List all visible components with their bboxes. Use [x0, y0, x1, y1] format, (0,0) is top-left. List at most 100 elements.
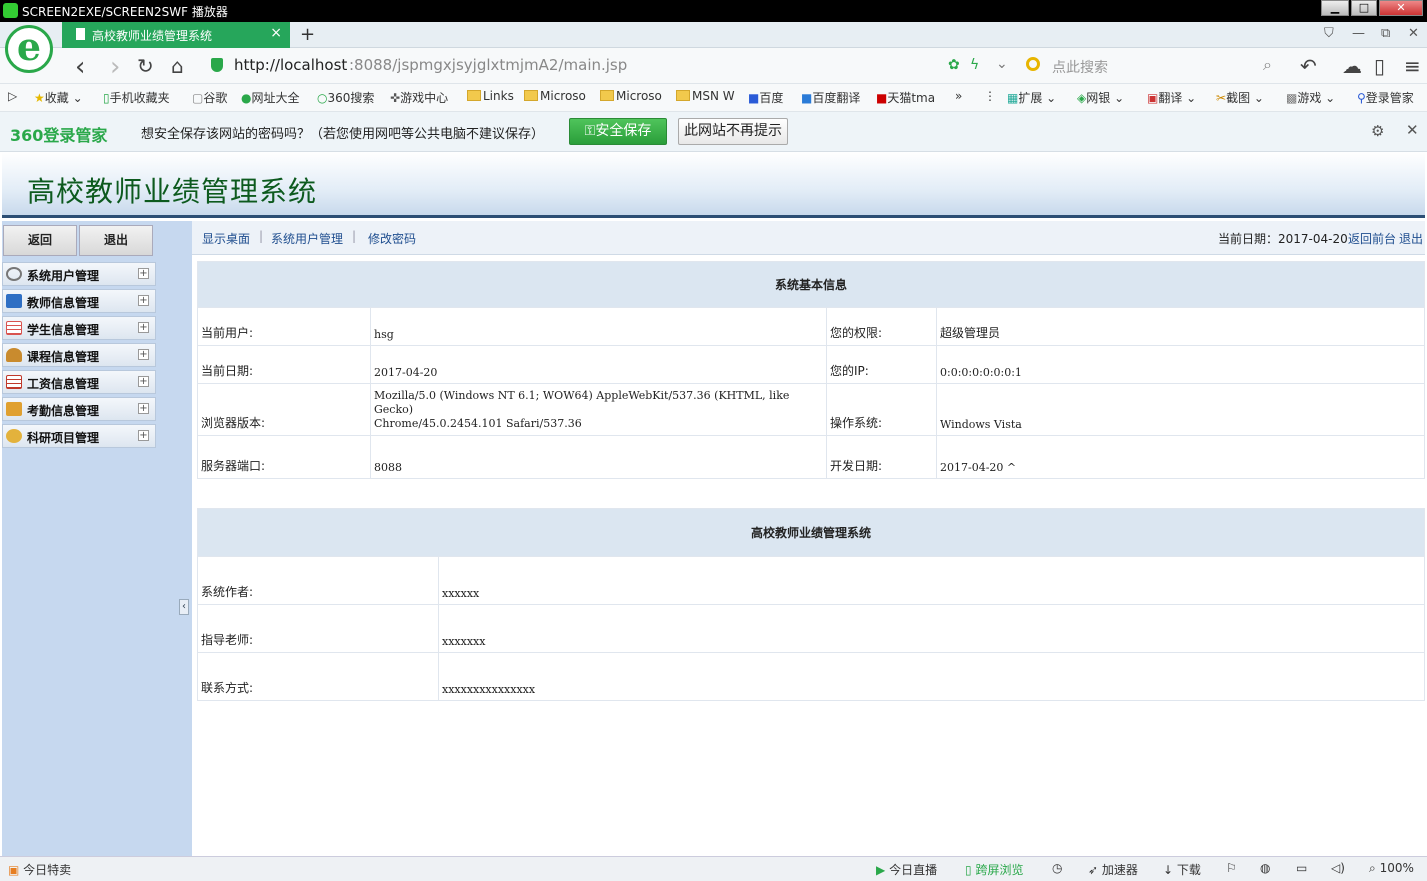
- status-download[interactable]: ↓ 下载: [1163, 861, 1201, 878]
- label-current-user: 当前用户:: [197, 307, 371, 346]
- link-show-desktop[interactable]: 显示桌面: [202, 230, 250, 247]
- value-server-port: 8088: [370, 435, 827, 479]
- volume-icon[interactable]: ◁): [1331, 861, 1345, 875]
- vertical-dots-icon[interactable]: ⋮: [984, 89, 996, 103]
- expand-icon[interactable]: +: [138, 403, 149, 414]
- gear-icon[interactable]: ⚙: [1371, 122, 1384, 140]
- window-minimize-button[interactable]: ▁: [1321, 0, 1349, 16]
- bookmark-baidu-translate[interactable]: ■百度翻译: [801, 89, 860, 106]
- search-icon[interactable]: ⌕: [1263, 55, 1272, 75]
- expand-icon[interactable]: +: [138, 322, 149, 333]
- ext-extend[interactable]: ▦扩展 ⌄: [1007, 89, 1056, 106]
- ext-bank[interactable]: ◈网银 ⌄: [1077, 89, 1124, 106]
- link-system-users[interactable]: 系统用户管理: [271, 230, 343, 247]
- value-browser: Mozilla/5.0 (Windows NT 6.1; WOW64) Appl…: [370, 383, 827, 436]
- close-icon[interactable]: ✕: [1408, 26, 1419, 41]
- folder-icon: [467, 90, 481, 101]
- save-password-button[interactable]: ⚿安全保存: [569, 118, 667, 145]
- bookmark-hao[interactable]: ●网址大全: [241, 89, 300, 106]
- label-server-port: 服务器端口:: [197, 435, 371, 479]
- restore-icon[interactable]: ⧉: [1381, 26, 1390, 41]
- bookmark-label: Microso: [540, 89, 586, 103]
- ext-games[interactable]: ▩游戏 ⌄: [1286, 89, 1335, 106]
- search-box[interactable]: 点此搜索 ⌕: [1020, 53, 1285, 79]
- bookmark-microsoft-2[interactable]: Microso: [600, 89, 662, 103]
- back-button[interactable]: 返回: [3, 225, 77, 256]
- ext-login-manager[interactable]: ⚲登录管家: [1357, 89, 1414, 106]
- tab-close-icon[interactable]: ×: [270, 25, 282, 41]
- value-contact: xxxxxxxxxxxxxxx: [438, 652, 1425, 701]
- back-button[interactable]: ‹: [75, 52, 85, 82]
- table-row: 联系方式: xxxxxxxxxxxxxxx: [197, 652, 1425, 701]
- link-return-front[interactable]: 返回前台: [1348, 230, 1396, 247]
- cloud-icon[interactable]: ☁: [1342, 54, 1362, 78]
- history-icon[interactable]: ◷: [1052, 861, 1062, 875]
- sidebar-item-research[interactable]: 科研项目管理 +: [2, 424, 156, 448]
- undo-icon[interactable]: ↶: [1300, 54, 1317, 78]
- collapse-sidebar-button[interactable]: ‹: [179, 599, 189, 615]
- ext-screenshot[interactable]: ✂截图 ⌄: [1216, 89, 1264, 106]
- expand-icon[interactable]: +: [138, 268, 149, 279]
- bookmark-google[interactable]: ▢谷歌: [192, 89, 227, 106]
- flag-icon[interactable]: ⚐: [1226, 861, 1237, 875]
- bookmark-baidu[interactable]: ■百度: [748, 89, 783, 106]
- expand-icon[interactable]: +: [138, 349, 149, 360]
- window-maximize-button[interactable]: □: [1351, 0, 1377, 16]
- zoom-control[interactable]: ⌕ 100%: [1369, 861, 1414, 876]
- never-for-site-button[interactable]: 此网站不再提示: [678, 118, 788, 145]
- home-button[interactable]: ⌂: [171, 54, 184, 78]
- expand-icon[interactable]: +: [138, 430, 149, 441]
- app-title: 高校教师业绩管理系统: [27, 175, 318, 208]
- tab-main[interactable]: 高校教师业绩管理系统 ×: [62, 22, 290, 48]
- ie-icon[interactable]: ◍: [1260, 861, 1270, 875]
- expand-icon[interactable]: +: [138, 376, 149, 387]
- link-change-password[interactable]: 修改密码: [368, 230, 416, 247]
- menu-icon[interactable]: ≡: [1404, 54, 1421, 78]
- status-live[interactable]: ▶ 今日直播: [876, 861, 937, 878]
- status-accelerator[interactable]: ➶ 加速器: [1088, 861, 1138, 878]
- sidebar-item-courses[interactable]: 课程信息管理 +: [2, 343, 156, 367]
- expand-icon[interactable]: +: [138, 295, 149, 306]
- window-icon[interactable]: ▭: [1296, 861, 1307, 875]
- window-close-button[interactable]: ✕: [1379, 0, 1423, 16]
- dropdown-icon[interactable]: ⌄: [996, 56, 1008, 72]
- ext-label: 截图: [1226, 91, 1251, 105]
- bookmark-links[interactable]: Links: [467, 89, 514, 103]
- bookmark-mobile[interactable]: ▯手机收藏夹: [103, 89, 170, 106]
- status-bar: ▣ 今日特卖 ▶ 今日直播 ▯ 跨屏浏览 ◷ ➶ 加速器 ↓ 下载 ⚐ ◍ ▭ …: [0, 856, 1427, 881]
- reload-button[interactable]: ↻: [137, 54, 154, 78]
- bookmark-microsoft-1[interactable]: Microso: [524, 89, 586, 103]
- table-row: 浏览器版本: Mozilla/5.0 (Windows NT 6.1; WOW6…: [197, 383, 1425, 436]
- bookmark-msn[interactable]: MSN W: [676, 89, 735, 103]
- status-deals[interactable]: ▣ 今日特卖: [8, 861, 71, 878]
- bookmark-favorites[interactable]: ★收藏 ⌄: [34, 89, 83, 106]
- refresh-speed-icon[interactable]: ✿: [948, 57, 960, 73]
- sidebar-toggle-icon[interactable]: ▷: [8, 89, 17, 103]
- value-dev-date: 2017-04-20 ^: [936, 435, 1425, 479]
- bookmarks-more-button[interactable]: »: [955, 89, 962, 103]
- bookmark-games[interactable]: ✜游戏中心: [390, 89, 448, 106]
- minimize-icon[interactable]: —: [1352, 26, 1365, 41]
- address-bar[interactable]: http://localhost :8088/jspmgxjsyjglxtmjm…: [205, 53, 1015, 79]
- status-label: 下载: [1176, 863, 1201, 877]
- sidebar-item-salary[interactable]: 工资信息管理 +: [2, 370, 156, 394]
- sidebar-item-attendance[interactable]: 考勤信息管理 +: [2, 397, 156, 421]
- play-icon: ▶: [876, 863, 886, 877]
- logout-button[interactable]: 退出: [79, 225, 153, 256]
- sidebar-item-teachers[interactable]: 教师信息管理 +: [2, 289, 156, 313]
- skin-icon[interactable]: ⛉: [1324, 26, 1334, 41]
- close-icon[interactable]: ✕: [1406, 121, 1419, 139]
- lightning-icon[interactable]: ϟ: [970, 57, 979, 73]
- sidebar-item-students[interactable]: 学生信息管理 +: [2, 316, 156, 340]
- link-logout[interactable]: 退出: [1399, 230, 1423, 247]
- calendar-icon: [6, 321, 22, 335]
- bookmark-360search[interactable]: ○360搜索: [317, 89, 374, 106]
- forward-button[interactable]: ›: [110, 52, 120, 82]
- sidebar-item-system-users[interactable]: 系统用户管理 +: [2, 262, 156, 286]
- new-tab-button[interactable]: +: [300, 24, 315, 45]
- phone-icon[interactable]: ▯: [1374, 54, 1385, 78]
- sidebar: 返回 退出 系统用户管理 + 教师信息管理 + 学生信息管理 + 课程信息管理 …: [2, 221, 192, 856]
- status-cross-screen[interactable]: ▯ 跨屏浏览: [965, 861, 1023, 878]
- ext-translate[interactable]: ▣翻译 ⌄: [1147, 89, 1196, 106]
- bookmark-tmall[interactable]: ■天猫tma: [876, 89, 935, 106]
